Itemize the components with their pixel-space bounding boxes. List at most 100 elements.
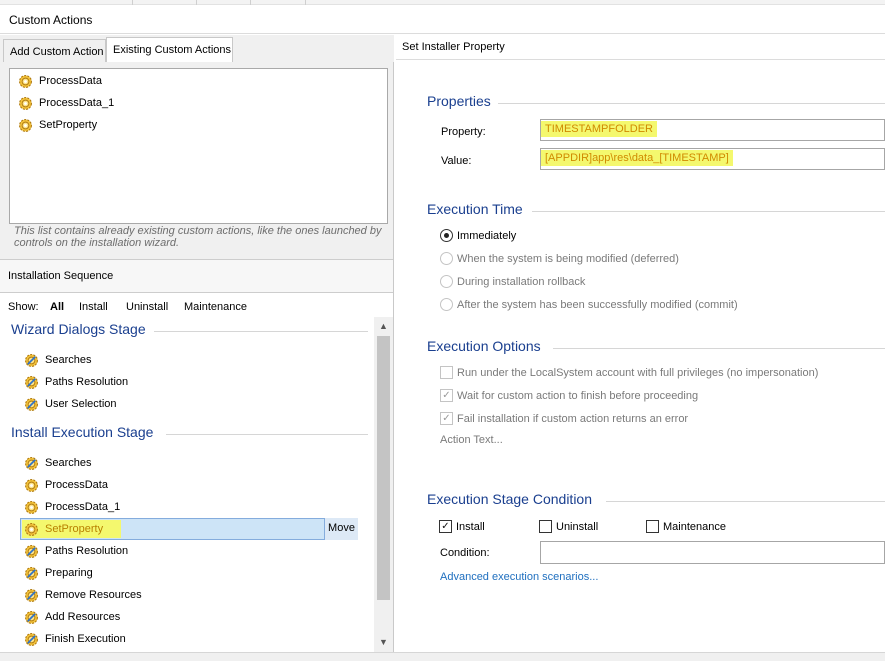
checkbox-install[interactable]: ✓ Install (439, 520, 485, 533)
stage-title: Install Execution Stage (11, 424, 154, 440)
item-label: ProcessData (45, 479, 108, 491)
scroll-down-icon[interactable]: ▼ (375, 634, 392, 651)
sequence-item[interactable]: Paths Resolution (24, 541, 128, 561)
bottom-strip (0, 652, 885, 661)
gear-icon (19, 118, 32, 132)
checkbox-label: Run under the LocalSystem account with f… (457, 366, 819, 379)
stage-title: Wizard Dialogs Stage (11, 321, 146, 337)
sequence-item[interactable]: ProcessData (24, 475, 108, 495)
radio-unchecked-icon (440, 275, 453, 288)
scroll-up-icon[interactable]: ▲ (375, 318, 392, 335)
item-label: Finish Execution (45, 633, 126, 645)
checkbox-label: Maintenance (663, 520, 726, 533)
divider (166, 434, 368, 435)
item-label: Add Resources (45, 611, 121, 623)
radio-rollback[interactable]: During installation rollback (440, 275, 585, 288)
gear-icon (25, 456, 38, 470)
gear-icon (25, 478, 38, 492)
gear-icon (25, 375, 38, 389)
radio-immediately[interactable]: Immediately (440, 229, 516, 242)
radio-commit[interactable]: After the system has been successfully m… (440, 298, 738, 311)
scrollbar-thumb[interactable] (377, 336, 390, 600)
sequence-item[interactable]: User Selection (24, 394, 117, 414)
checkbox-fail-on-error[interactable]: ✓ Fail installation if custom action ret… (440, 412, 688, 425)
checkbox-unchecked-icon (646, 520, 659, 533)
condition-input[interactable] (540, 541, 885, 564)
checkbox-checked-icon: ✓ (440, 389, 453, 402)
item-label: User Selection (45, 398, 117, 410)
value-label: Value: (441, 155, 472, 167)
sequence-item-selected[interactable]: SetProperty (24, 519, 103, 539)
list-item[interactable]: SetProperty (18, 116, 97, 134)
move-button[interactable]: Move (324, 518, 358, 540)
filter-all[interactable]: All (50, 301, 64, 313)
item-label: Paths Resolution (45, 545, 129, 557)
property-label: Property: (441, 126, 486, 138)
value-value[interactable]: [APPDIR]app\res\data_[TIMESTAMP] (541, 150, 733, 166)
radio-checked-icon (440, 229, 453, 242)
gear-icon (25, 632, 38, 646)
sequence-item[interactable]: Searches (24, 453, 91, 473)
page-title-bar: Custom Actions (0, 5, 885, 34)
checkbox-maintenance[interactable]: Maintenance (646, 520, 726, 533)
checkbox-wait-finish[interactable]: ✓ Wait for custom action to finish befor… (440, 389, 698, 402)
advanced-scenarios-link[interactable]: Advanced execution scenarios... (440, 571, 598, 583)
page-title: Custom Actions (9, 13, 93, 27)
sequence-item[interactable]: Preparing (24, 563, 93, 583)
item-label: Searches (45, 354, 92, 366)
tab-strip: Add Custom Action Existing Custom Action… (0, 35, 394, 62)
checkbox-checked-icon: ✓ (439, 520, 452, 533)
radio-unchecked-icon (440, 298, 453, 311)
sequence-item[interactable]: Finish Execution (24, 629, 126, 649)
gear-icon (25, 353, 38, 367)
show-filter-row: Show: All Install Uninstall Maintenance (0, 293, 393, 317)
divider (498, 103, 885, 104)
right-pane-title: Set Installer Property (402, 41, 505, 53)
action-name: ProcessData (39, 75, 102, 87)
condition-label: Condition: (440, 547, 490, 559)
action-name: ProcessData_1 (39, 97, 115, 109)
checkbox-unchecked-icon (440, 366, 453, 379)
filter-install[interactable]: Install (79, 301, 108, 313)
sequence-item[interactable]: Searches (24, 350, 91, 370)
gear-icon (19, 96, 32, 110)
item-label: Remove Resources (45, 589, 142, 601)
right-pane-header: Set Installer Property (396, 35, 885, 60)
radio-label: During installation rollback (457, 275, 586, 288)
sequence-item[interactable]: Remove Resources (24, 585, 142, 605)
sequence-item[interactable]: Add Resources (24, 607, 120, 627)
radio-unchecked-icon (440, 252, 453, 265)
checkbox-unchecked-icon (539, 520, 552, 533)
item-label: SetProperty (45, 523, 104, 535)
list-item[interactable]: ProcessData_1 (18, 94, 114, 112)
checkbox-label: Fail installation if custom action retur… (457, 412, 689, 425)
sequence-item[interactable]: ProcessData_1 (24, 497, 120, 517)
gear-icon (25, 544, 38, 558)
sequence-item[interactable]: Paths Resolution (24, 372, 128, 392)
gear-icon (25, 500, 38, 514)
list-item[interactable]: ProcessData (18, 72, 102, 90)
tab-existing-custom-actions[interactable]: Existing Custom Actions (106, 37, 233, 62)
checkbox-no-impersonation[interactable]: Run under the LocalSystem account with f… (440, 366, 818, 379)
existing-actions-list[interactable] (9, 68, 388, 224)
gear-icon (25, 566, 38, 580)
section-title-execution-options: Execution Options (427, 338, 541, 354)
gear-icon (25, 588, 38, 602)
filter-uninstall[interactable]: Uninstall (126, 301, 168, 313)
action-text-link[interactable]: Action Text... (440, 434, 503, 446)
checkbox-uninstall[interactable]: Uninstall (539, 520, 598, 533)
filter-maintenance[interactable]: Maintenance (184, 301, 247, 313)
gear-icon (25, 522, 38, 536)
radio-deferred[interactable]: When the system is being modified (defer… (440, 252, 679, 265)
property-value[interactable]: TIMESTAMPFOLDER (541, 121, 657, 137)
gear-icon (25, 397, 38, 411)
item-label: ProcessData_1 (45, 501, 121, 513)
item-label: Searches (45, 457, 92, 469)
gear-icon (19, 74, 32, 88)
divider (154, 331, 368, 332)
sequence-header: Installation Sequence (0, 259, 393, 293)
sequence-title: Installation Sequence (8, 270, 114, 282)
divider (553, 348, 885, 349)
tab-add-custom-action[interactable]: Add Custom Action (3, 39, 106, 62)
checkbox-checked-icon: ✓ (440, 412, 453, 425)
